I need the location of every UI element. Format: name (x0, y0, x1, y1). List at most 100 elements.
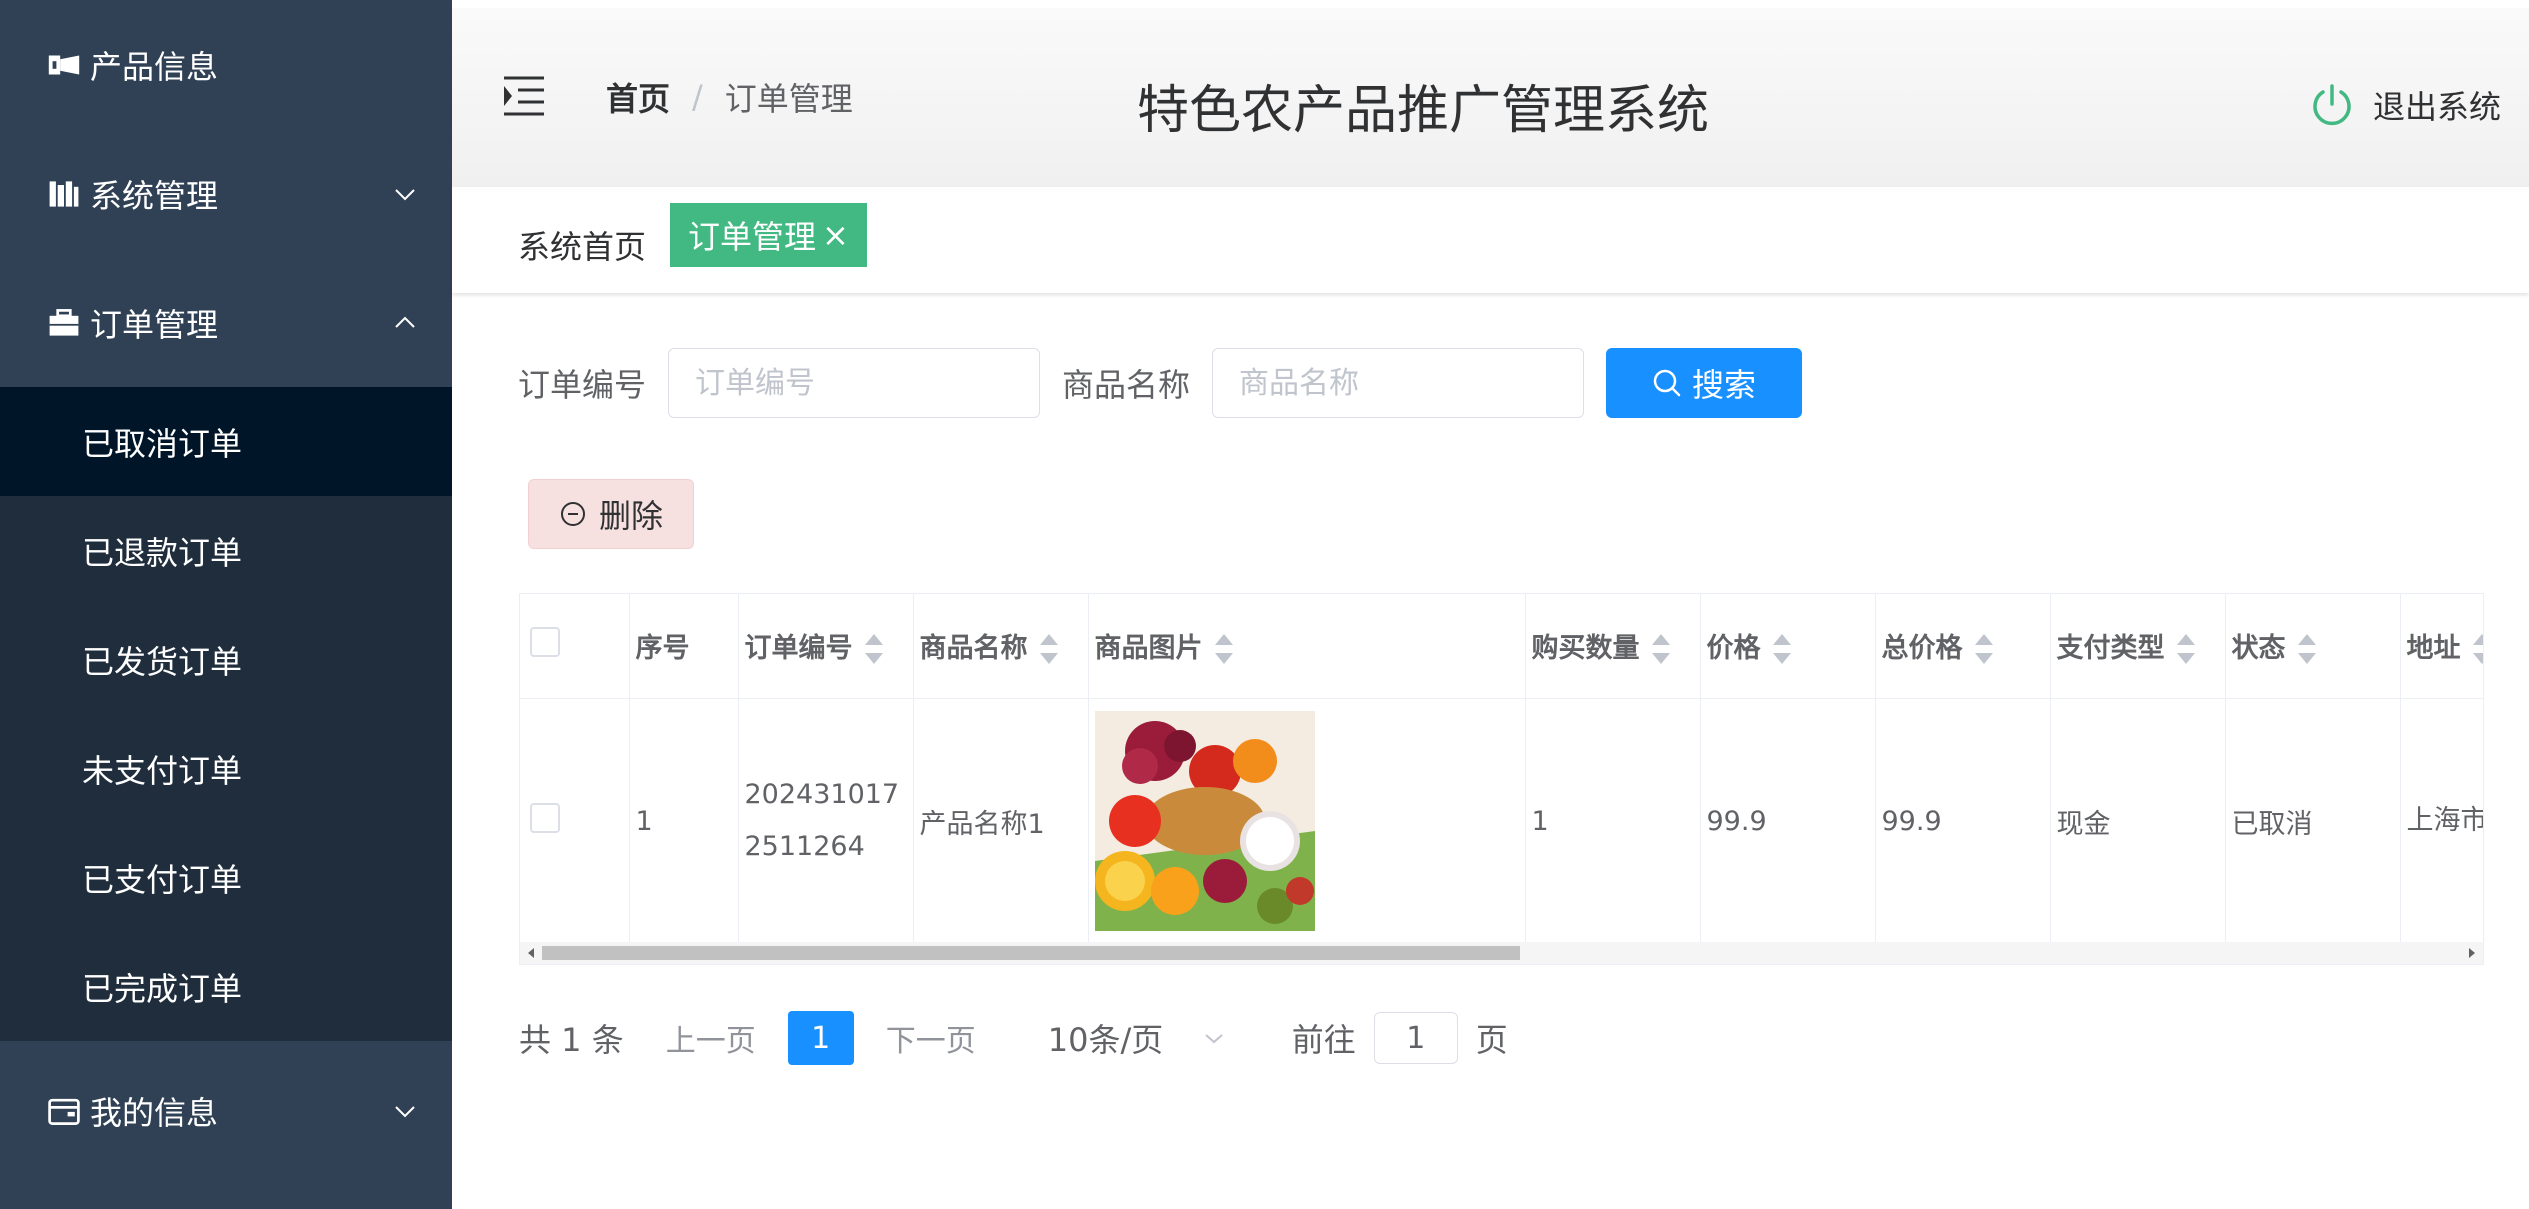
orders-submenu: 已取消订单 已退款订单 已发货订单 未支付订单 已支付订单 已完成订单 (0, 387, 452, 1041)
system-icon (44, 174, 84, 214)
column-label: 购买数量 (1531, 632, 1640, 664)
page-title: 特色农产品推广管理系统 (1136, 81, 1709, 141)
scrollbar-thumb[interactable] (542, 946, 1520, 960)
sidebar-item-orders[interactable]: 订单管理 (0, 258, 452, 387)
column-header[interactable]: 订单编号 (738, 594, 914, 699)
column-label: 支付类型 (2056, 632, 2165, 664)
column-header[interactable]: 价格 (1700, 594, 1876, 699)
sort-icon[interactable] (1213, 632, 1235, 666)
column-header[interactable]: 购买数量 (1525, 594, 1701, 699)
cell-product-name: 产品名称1 (913, 698, 1089, 945)
sidebar-item-refunded-orders[interactable]: 已退款订单 (0, 496, 452, 605)
product-name-label: 商品名称 (1062, 366, 1191, 404)
scroll-left-icon[interactable] (528, 948, 534, 958)
cell-address: 上海市区A栋 (2400, 698, 2483, 945)
sidebar-item-label: 已支付订单 (82, 860, 243, 899)
column-header[interactable]: 地址 (2400, 594, 2483, 699)
sidebar-item-cancelled-orders[interactable]: 已取消订单 (0, 387, 452, 496)
sidebar-item-my-info[interactable]: 我的信息 (0, 1041, 452, 1181)
scroll-right-icon[interactable] (2469, 948, 2475, 958)
close-icon[interactable]: × (822, 216, 849, 254)
chevron-down-icon (1205, 1034, 1223, 1044)
sidebar-item-label: 未支付订单 (82, 751, 243, 790)
cell-index: 1 (629, 698, 739, 945)
top-header: 首页 / 订单管理 特色农产品推广管理系统 退出系统 (452, 0, 2529, 187)
column-header[interactable]: 商品名称 (913, 594, 1089, 699)
cell-order-no: 2024310172511264 (738, 698, 914, 945)
column-label: 订单编号 (744, 632, 853, 664)
sort-icon[interactable] (1038, 632, 1060, 666)
sidebar-item-label: 已退款订单 (82, 533, 243, 572)
table-header-row: 序号 订单编号 商品名称 商品图片 购买数量 价格 总价格 支付类型 状态 地址 (520, 594, 2483, 699)
page-size-select[interactable]: 10条/页 (1048, 1015, 1248, 1061)
tag-home[interactable]: 系统首页 (518, 215, 646, 279)
goto-page-input[interactable] (1373, 1012, 1458, 1064)
delete-button-label: 删除 (598, 497, 663, 535)
page-size-value: 10条/页 (1047, 1021, 1164, 1059)
product-name-input[interactable] (1212, 348, 1585, 418)
sidebar-item-unpaid-orders[interactable]: 未支付订单 (0, 714, 452, 823)
chevron-up-icon (395, 316, 415, 328)
sort-icon[interactable] (1973, 632, 1995, 666)
power-icon (2313, 84, 2351, 126)
prev-page-button[interactable]: 上一页 (666, 1016, 756, 1060)
sidebar-item-label: 订单管理 (90, 305, 219, 344)
cell-pay-type: 现金 (2050, 698, 2226, 945)
sidebar-item-label: 系统管理 (90, 176, 219, 215)
table-row: 1 2024310172511264 产品名称1 1 99.9 99.9 现金 … (520, 698, 2483, 945)
search-icon (1653, 369, 1681, 397)
column-label: 商品名称 (919, 632, 1028, 664)
cell-price: 99.9 (1700, 698, 1876, 945)
sort-icon[interactable] (2175, 632, 2197, 666)
select-all-cell (520, 594, 630, 699)
delete-button[interactable]: 删除 (528, 479, 694, 549)
sidebar-item-label: 已取消订单 (82, 424, 243, 463)
cell-status: 已取消 (2225, 698, 2401, 945)
column-label: 总价格 (1881, 632, 1963, 664)
search-button[interactable]: 搜索 (1606, 348, 1803, 418)
sidebar: 产品信息 系统管理 订单管理 已取消订单 已退款订单 已发货订单 未支付订单 已… (0, 0, 452, 1209)
cell-total: 99.9 (1875, 698, 2051, 945)
column-header[interactable]: 商品图片 (1088, 594, 1526, 699)
minus-circle-icon (560, 502, 585, 526)
logout-label: 退出系统 (2372, 88, 2501, 126)
sidebar-item-product-info[interactable]: 产品信息 (0, 0, 452, 129)
sidebar-item-system[interactable]: 系统管理 (0, 129, 452, 258)
sort-icon[interactable] (1650, 632, 1672, 666)
column-label: 序号 (635, 633, 690, 665)
sort-icon[interactable] (2471, 632, 2483, 666)
tags-view: 系统首页 订单管理 × (452, 187, 2529, 293)
page-number-current[interactable]: 1 (787, 1011, 854, 1065)
sidebar-item-completed-orders[interactable]: 已完成订单 (0, 932, 452, 1041)
search-button-label: 搜索 (1692, 366, 1757, 404)
sidebar-item-paid-orders[interactable]: 已支付订单 (0, 823, 452, 932)
logout-button[interactable]: 退出系统 (2309, 82, 2501, 128)
sort-icon[interactable] (863, 632, 885, 666)
select-all-checkbox[interactable] (530, 627, 560, 658)
column-header[interactable]: 总价格 (1875, 594, 2051, 699)
tag-orders[interactable]: 订单管理 × (670, 203, 867, 267)
horizontal-scrollbar[interactable] (520, 942, 2483, 964)
goto-label: 前往 (1291, 1021, 1356, 1059)
row-checkbox[interactable] (530, 802, 560, 833)
fruit-basket-image[interactable] (1094, 711, 1315, 931)
page-title-wrap: 特色农产品推广管理系统 (452, 68, 2529, 143)
column-header[interactable]: 支付类型 (2050, 594, 2226, 699)
sidebar-item-shipped-orders[interactable]: 已发货订单 (0, 605, 452, 714)
product-icon (44, 45, 84, 85)
pagination-total: 共 1 条 (519, 1021, 624, 1059)
order-no-input[interactable] (668, 348, 1041, 418)
sort-icon[interactable] (2296, 632, 2318, 666)
column-header: 序号 (629, 594, 739, 699)
sort-icon[interactable] (1771, 632, 1793, 666)
chevron-down-icon (395, 188, 415, 200)
column-label: 状态 (2231, 632, 2286, 664)
sidebar-item-label: 产品信息 (90, 47, 219, 86)
wallet-icon (44, 1091, 84, 1131)
column-header[interactable]: 状态 (2225, 594, 2401, 699)
order-no-label: 订单编号 (518, 366, 647, 404)
pagination: 共 1 条 上一页 1 下一页 10条/页 前往 页 (519, 1010, 1508, 1066)
next-page-button[interactable]: 下一页 (886, 1016, 976, 1060)
column-label: 价格 (1706, 632, 1761, 664)
search-form: 订单编号 商品名称 搜索 (518, 348, 1803, 418)
